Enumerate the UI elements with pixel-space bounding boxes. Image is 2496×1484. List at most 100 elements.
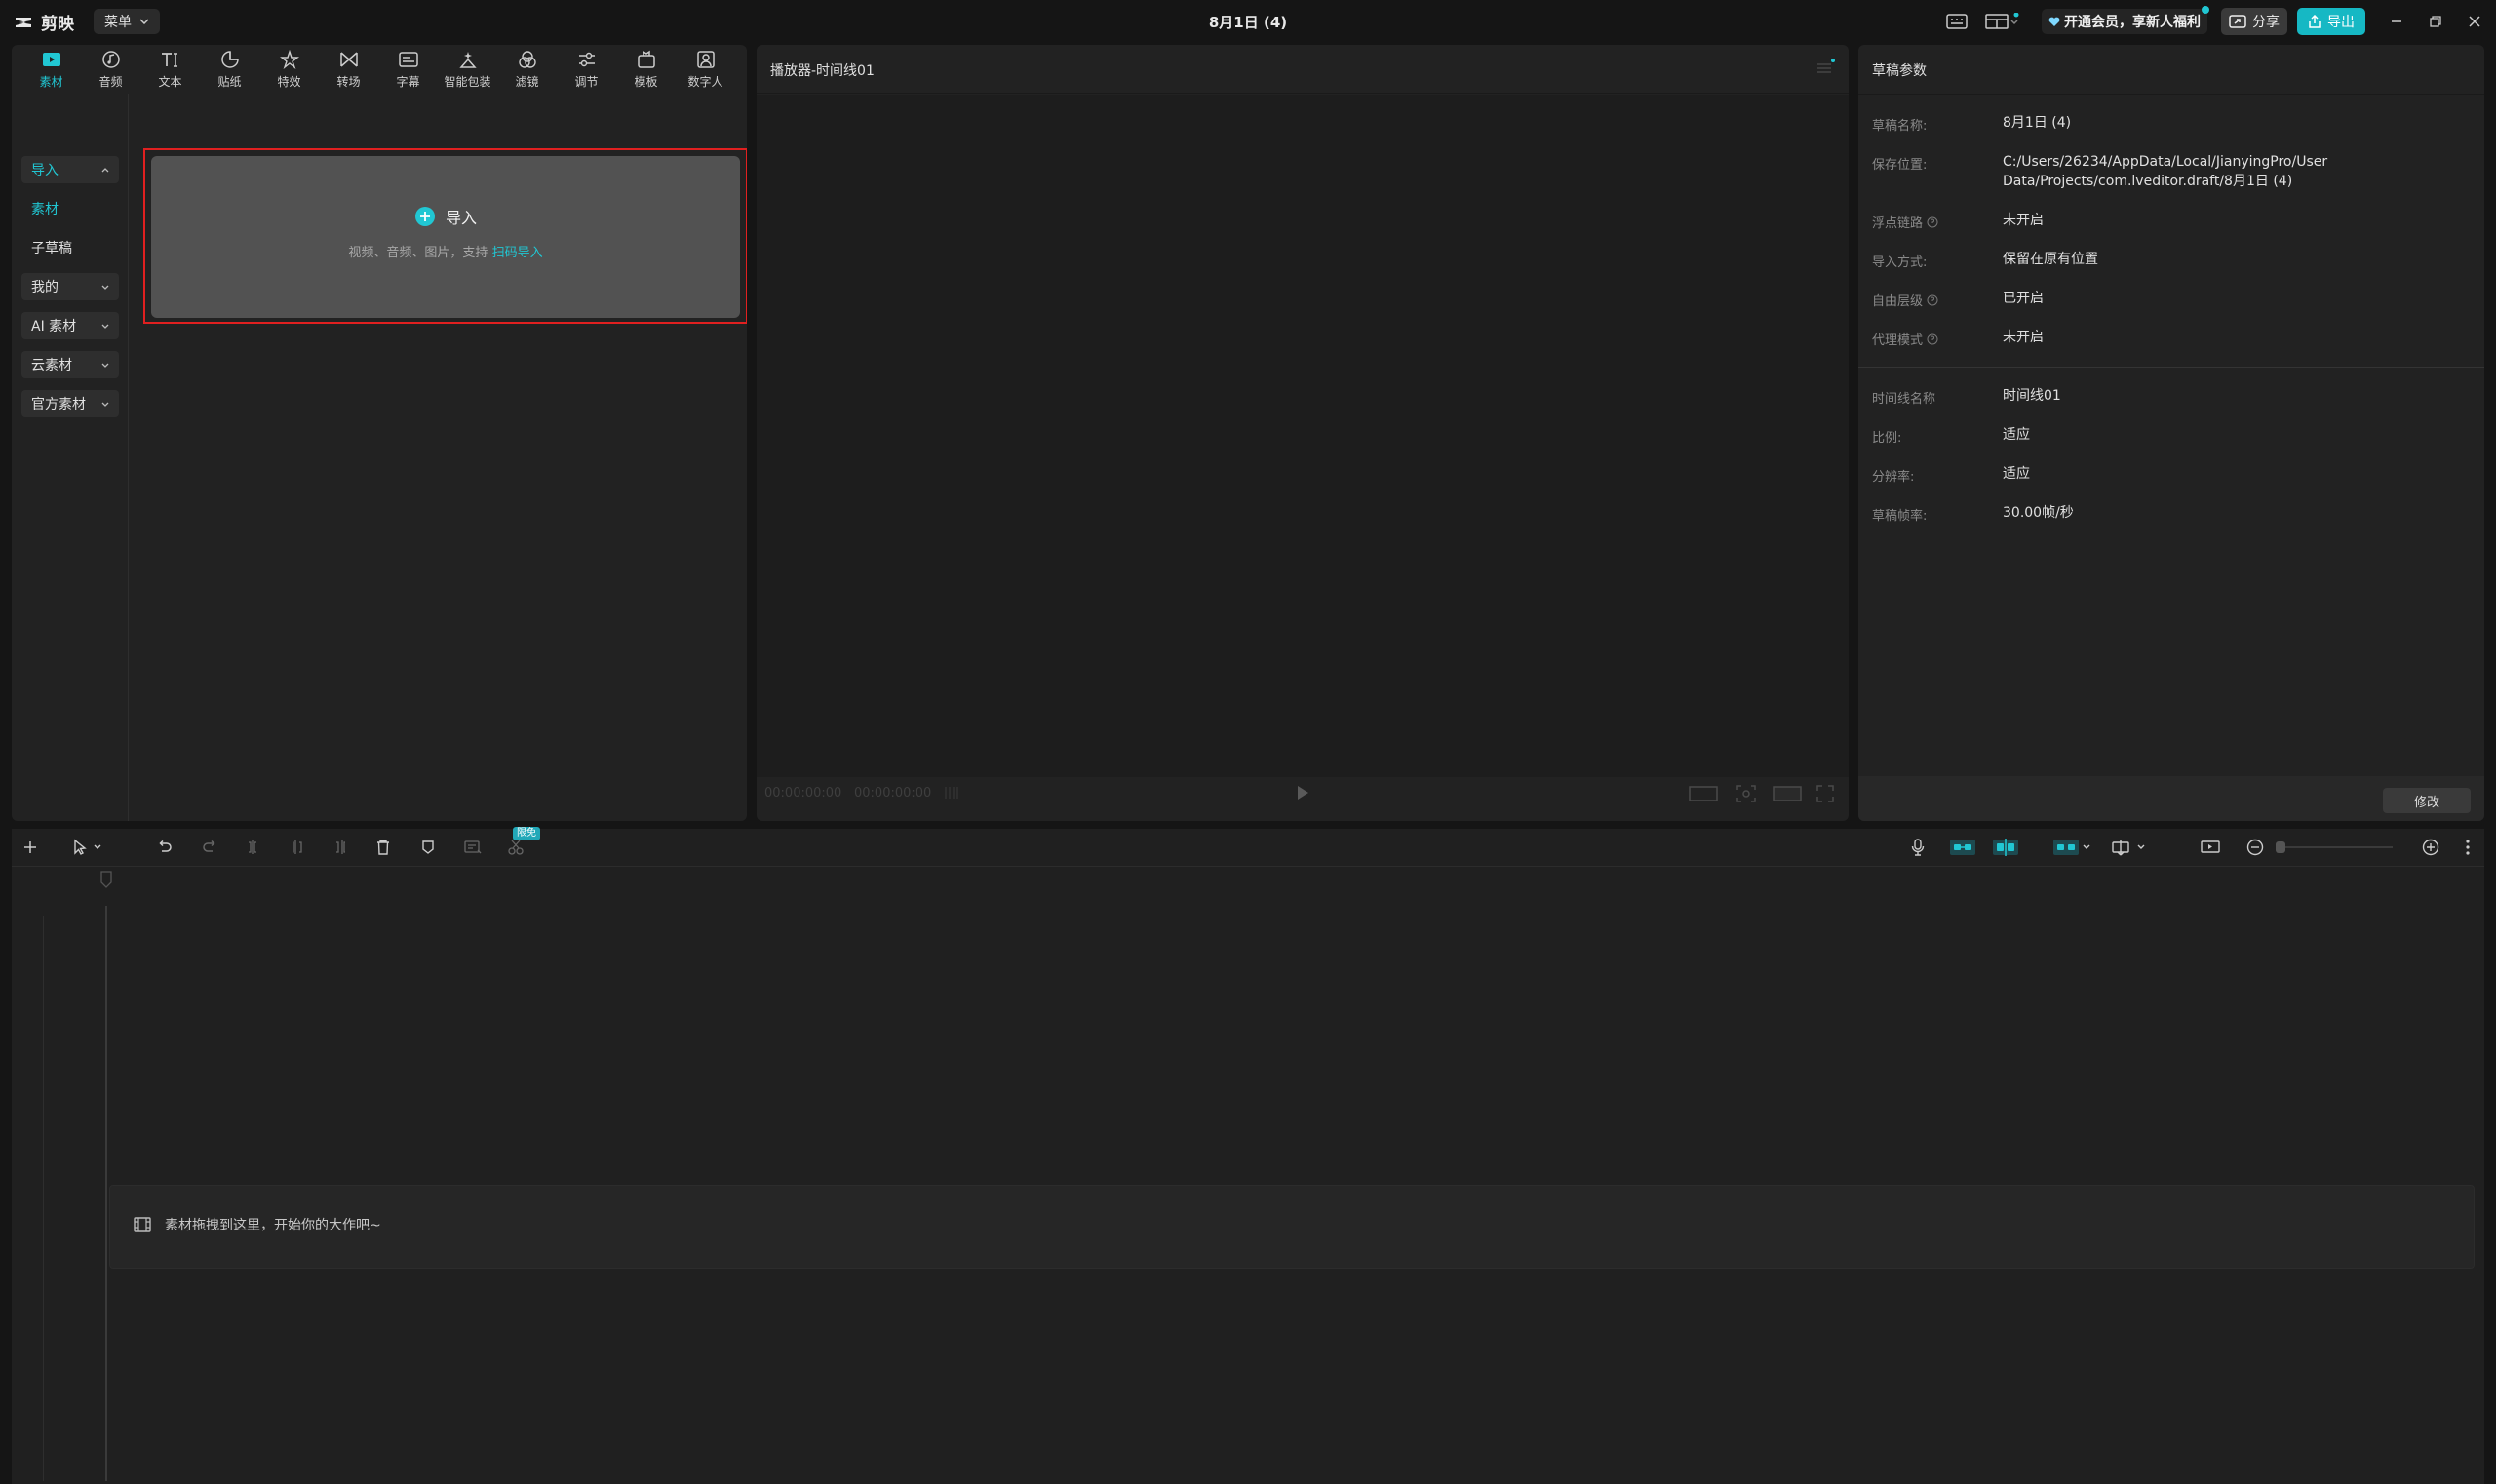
param-label: 浮点链路 — [1872, 213, 1938, 231]
player-panel: 播放器-时间线01 00:00:00:00 00:00:00:00 — [757, 45, 1849, 821]
close-icon[interactable] — [2462, 10, 2487, 33]
media-sidebar: 导入 素材 子草稿 我的 AI 素材 云素材 官方素材 — [12, 94, 129, 821]
chevron-down-icon — [139, 19, 149, 24]
trim-left-icon[interactable] — [285, 836, 310, 859]
param-label-text: 分辨率: — [1872, 470, 1915, 485]
linkage-icon[interactable] — [2051, 836, 2094, 859]
param-value-ratio: 适应 — [2003, 427, 2030, 443]
sidebar-item-cloud-material[interactable]: 云素材 — [21, 351, 119, 378]
tab-template[interactable]: 模板 — [616, 45, 676, 94]
tab-subtitle[interactable]: 字幕 — [378, 45, 438, 94]
preview-axis-icon[interactable] — [2110, 836, 2153, 859]
aspect-ratio-icon[interactable] — [1689, 786, 1718, 801]
undo-icon[interactable] — [152, 836, 177, 859]
sidebar-item-ai-material[interactable]: AI 素材 — [21, 312, 119, 339]
param-label-text: 浮点链路 — [1872, 216, 1924, 231]
timeline-panel: 限免 素材拖拽到这里，开始你的大作吧~ — [12, 827, 2484, 1484]
tab-filter[interactable]: 滤镜 — [497, 45, 557, 94]
adjust-icon — [576, 50, 598, 69]
tab-audio[interactable]: 音频 — [81, 45, 140, 94]
param-label: 时间线名称 — [1872, 388, 1935, 407]
sidebar-item-label: 我的 — [31, 280, 58, 295]
param-label: 分辨率: — [1872, 466, 1914, 485]
scan-import-link[interactable]: 扫码导入 — [492, 246, 543, 260]
layout-switch-icon[interactable] — [1983, 10, 2022, 33]
playhead[interactable] — [105, 906, 107, 1481]
delete-icon[interactable] — [370, 836, 396, 859]
captions-edit-icon[interactable] — [460, 836, 486, 859]
shortcut-keyboard-icon[interactable] — [1944, 10, 1970, 33]
sidebar-item-label: 导入 — [31, 163, 58, 178]
param-label-text: 比例: — [1872, 431, 1902, 446]
param-label-text: 代理模式 — [1872, 333, 1924, 348]
zoom-slider-handle[interactable] — [2276, 841, 2285, 853]
menu-button[interactable]: 菜单 — [94, 9, 160, 34]
filter-icon — [517, 50, 538, 69]
tab-label: 转场 — [336, 74, 361, 89]
import-title: 导入 — [445, 209, 477, 227]
param-value-frame-rate: 30.00帧/秒 — [2003, 505, 2074, 521]
digital-human-icon — [695, 50, 717, 69]
microphone-icon[interactable] — [1905, 836, 1930, 859]
help-circle-icon[interactable] — [1927, 216, 1938, 228]
select-tool-icon[interactable] — [68, 836, 107, 859]
tab-media[interactable]: 素材 — [21, 45, 81, 94]
marker-icon[interactable] — [415, 836, 441, 859]
player-menu-icon[interactable] — [1815, 59, 1835, 76]
play-icon[interactable] — [1295, 784, 1310, 801]
divider — [1858, 94, 2484, 95]
sidebar-item-sub-draft[interactable]: 子草稿 — [21, 234, 119, 261]
share-button[interactable]: 分享 — [2221, 8, 2287, 35]
vip-button[interactable]: 开通会员，享新人福利 — [2042, 6, 2209, 34]
sidebar-item-import[interactable]: 导入 — [21, 156, 119, 183]
playhead-handle-icon[interactable] — [99, 871, 113, 888]
ratio-box-icon[interactable] — [1773, 786, 1802, 801]
timeline-tracks-area[interactable]: 素材拖拽到这里，开始你的大作吧~ — [12, 866, 2484, 1484]
param-label-text: 草稿帧率: — [1872, 509, 1928, 524]
media-icon — [41, 50, 62, 69]
timeline-view-icon[interactable] — [942, 784, 961, 801]
screenshot-icon[interactable] — [1736, 784, 1757, 803]
sticker-icon — [219, 50, 241, 69]
help-circle-icon[interactable] — [1927, 294, 1938, 306]
export-button[interactable]: 导出 — [2297, 8, 2365, 35]
trim-right-icon[interactable] — [328, 836, 353, 859]
tab-adjust[interactable]: 调节 — [557, 45, 616, 94]
minimize-icon[interactable] — [2384, 10, 2409, 33]
main-track-magnet-icon[interactable] — [1948, 836, 1977, 859]
sidebar-item-mine[interactable]: 我的 — [21, 273, 119, 300]
add-track-icon[interactable] — [18, 836, 43, 859]
app-logo: 剪映 — [14, 10, 74, 34]
tab-label: 特效 — [277, 74, 301, 89]
tab-smart-pack[interactable]: 智能包装 — [438, 45, 497, 94]
param-value-resolution: 适应 — [2003, 466, 2030, 482]
auto-snap-icon[interactable] — [1991, 836, 2020, 859]
param-value-timeline-name: 时间线01 — [2003, 388, 2061, 404]
tab-transition[interactable]: 转场 — [319, 45, 378, 94]
menu-label: 菜单 — [104, 15, 132, 30]
import-dropzone[interactable]: 导入 视频、音频、图片，支持 扫码导入 — [151, 156, 740, 318]
tab-text[interactable]: 文本 — [140, 45, 200, 94]
split-icon[interactable] — [240, 836, 265, 859]
player-viewport[interactable] — [757, 95, 1849, 777]
help-circle-icon[interactable] — [1927, 333, 1938, 345]
tab-digital-human[interactable]: 数字人 — [676, 45, 735, 94]
sidebar-item-official-material[interactable]: 官方素材 — [21, 390, 119, 417]
main-track-dropzone[interactable]: 素材拖拽到这里，开始你的大作吧~ — [109, 1185, 2475, 1269]
timeline-preview-icon[interactable] — [2198, 836, 2223, 859]
zoom-slider-track[interactable] — [2276, 846, 2393, 848]
redo-icon[interactable] — [197, 836, 222, 859]
tab-effects[interactable]: 特效 — [259, 45, 319, 94]
more-options-icon[interactable] — [2455, 836, 2480, 859]
zoom-out-icon[interactable] — [2242, 836, 2268, 859]
fullscreen-icon[interactable] — [1815, 784, 1835, 803]
tab-label: 模板 — [634, 74, 658, 89]
tab-label: 智能包装 — [444, 74, 491, 89]
modify-button[interactable]: 修改 — [2383, 788, 2471, 813]
zoom-in-icon[interactable] — [2418, 836, 2443, 859]
restore-icon[interactable] — [2423, 10, 2448, 33]
tab-sticker[interactable]: 贴纸 — [200, 45, 259, 94]
sidebar-item-material[interactable]: 素材 — [21, 195, 119, 222]
export-icon — [2308, 15, 2321, 28]
notification-dot-icon — [2202, 6, 2209, 14]
